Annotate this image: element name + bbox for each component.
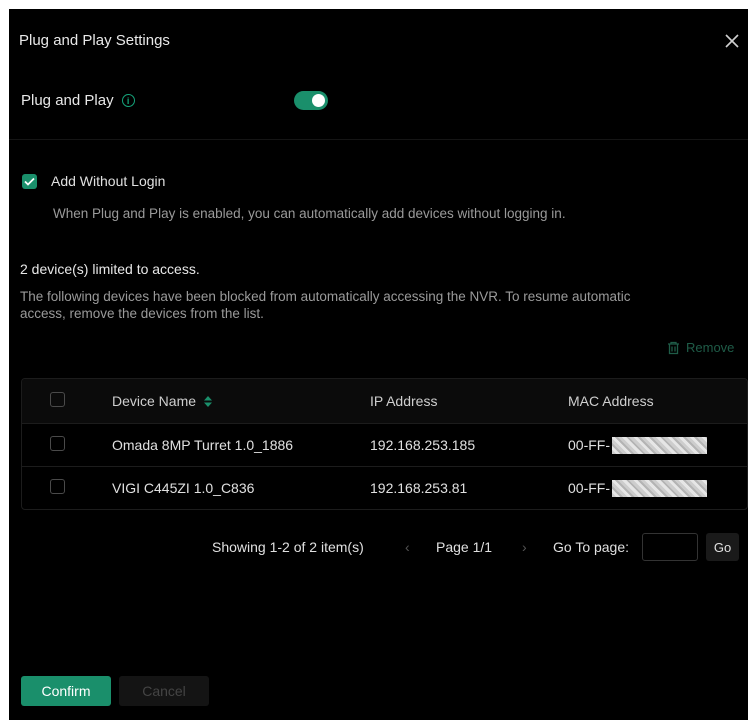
blocked-devices-description: The following devices have been blocked … xyxy=(20,289,631,321)
prev-page-button[interactable]: ‹ xyxy=(405,539,410,555)
device-name-cell: Omada 8MP Turret 1.0_1886 xyxy=(112,437,294,453)
add-without-login-row: Add Without Login xyxy=(22,173,165,189)
column-mac-address: MAC Address xyxy=(568,393,654,409)
trash-icon xyxy=(668,341,679,354)
remove-button[interactable]: Remove xyxy=(667,340,734,355)
confirm-button[interactable]: Confirm xyxy=(21,676,111,706)
add-without-login-checkbox[interactable] xyxy=(22,173,37,189)
column-ip-address: IP Address xyxy=(370,393,438,409)
redacted-mac xyxy=(612,436,707,454)
row-checkbox[interactable] xyxy=(50,436,65,451)
plug-and-play-dialog: Plug and Play Settings Plug and Play i A… xyxy=(9,9,748,720)
redacted-mac xyxy=(612,479,707,497)
dialog-title: Plug and Play Settings xyxy=(19,32,170,49)
section-divider xyxy=(9,139,748,140)
showing-count: Showing 1-2 of 2 item(s) xyxy=(212,539,364,555)
table-header: Device Name IP Address MAC Address xyxy=(22,379,747,423)
column-device-name[interactable]: Device Name xyxy=(112,393,370,409)
table-row[interactable]: Omada 8MP Turret 1.0_1886 192.168.253.18… xyxy=(22,423,747,466)
ip-address-cell: 192.168.253.185 xyxy=(370,437,476,453)
plug-and-play-row: Plug and Play i xyxy=(21,92,135,109)
blocked-devices-table: Device Name IP Address MAC Address Omada… xyxy=(21,378,748,510)
info-icon[interactable]: i xyxy=(121,94,135,107)
checkmark-icon xyxy=(24,177,35,186)
select-all-checkbox[interactable] xyxy=(50,392,65,407)
add-without-login-description: When Plug and Play is enabled, you can a… xyxy=(53,206,566,221)
page-info: Page 1/1 xyxy=(436,539,493,555)
cancel-button[interactable]: Cancel xyxy=(119,676,209,706)
go-button[interactable]: Go xyxy=(706,533,739,561)
next-page-button[interactable]: › xyxy=(522,539,527,555)
go-to-page-input[interactable] xyxy=(642,533,698,561)
toggle-knob xyxy=(312,94,325,107)
device-name-cell: VIGI C445ZI 1.0_C836 xyxy=(112,480,255,496)
plug-and-play-label: Plug and Play xyxy=(21,92,114,109)
table-row[interactable]: VIGI C445ZI 1.0_C836 192.168.253.81 00-F… xyxy=(22,466,747,509)
limited-devices-heading: 2 device(s) limited to access. xyxy=(20,261,200,277)
plug-and-play-toggle[interactable] xyxy=(294,91,328,110)
add-without-login-label: Add Without Login xyxy=(51,173,166,189)
sort-icon[interactable] xyxy=(204,395,213,407)
ip-address-cell: 192.168.253.81 xyxy=(370,480,468,496)
mac-address-cell: 00-FF- xyxy=(568,436,747,454)
close-icon[interactable] xyxy=(722,31,742,51)
go-to-page-label: Go To page: xyxy=(553,539,630,555)
remove-label: Remove xyxy=(686,340,735,355)
row-checkbox[interactable] xyxy=(50,479,65,494)
mac-address-cell: 00-FF- xyxy=(568,479,747,497)
